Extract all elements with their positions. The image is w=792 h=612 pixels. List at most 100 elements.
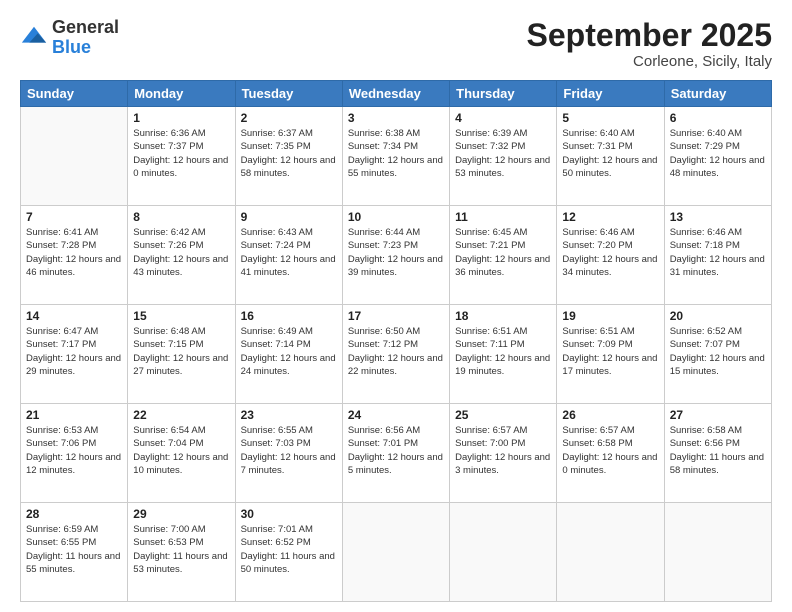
calendar-week-row: 7Sunrise: 6:41 AMSunset: 7:28 PMDaylight… [21, 206, 772, 305]
sunset-text: Sunset: 6:52 PM [241, 536, 337, 549]
sunrise-text: Sunrise: 6:56 AM [348, 424, 444, 437]
header-thursday: Thursday [450, 81, 557, 107]
sunset-text: Sunset: 6:58 PM [562, 437, 658, 450]
sunrise-text: Sunrise: 6:41 AM [26, 226, 122, 239]
table-row: 15Sunrise: 6:48 AMSunset: 7:15 PMDayligh… [128, 305, 235, 404]
day-number: 10 [348, 210, 444, 224]
sunset-text: Sunset: 7:14 PM [241, 338, 337, 351]
sunset-text: Sunset: 7:23 PM [348, 239, 444, 252]
table-row [557, 503, 664, 602]
daylight-text: Daylight: 12 hours and 41 minutes. [241, 253, 337, 280]
table-row: 21Sunrise: 6:53 AMSunset: 7:06 PMDayligh… [21, 404, 128, 503]
sunset-text: Sunset: 6:53 PM [133, 536, 229, 549]
day-number: 24 [348, 408, 444, 422]
daylight-text: Daylight: 11 hours and 58 minutes. [670, 451, 766, 478]
logo-icon [20, 24, 48, 52]
sunrise-text: Sunrise: 6:40 AM [670, 127, 766, 140]
page: General Blue September 2025 Corleone, Si… [0, 0, 792, 612]
sunrise-text: Sunrise: 6:54 AM [133, 424, 229, 437]
table-row: 14Sunrise: 6:47 AMSunset: 7:17 PMDayligh… [21, 305, 128, 404]
sunrise-text: Sunrise: 6:39 AM [455, 127, 551, 140]
sunset-text: Sunset: 7:34 PM [348, 140, 444, 153]
sunrise-text: Sunrise: 6:47 AM [26, 325, 122, 338]
sunrise-text: Sunrise: 7:00 AM [133, 523, 229, 536]
daylight-text: Daylight: 12 hours and 5 minutes. [348, 451, 444, 478]
sunrise-text: Sunrise: 6:40 AM [562, 127, 658, 140]
day-number: 23 [241, 408, 337, 422]
day-number: 7 [26, 210, 122, 224]
table-row: 13Sunrise: 6:46 AMSunset: 7:18 PMDayligh… [664, 206, 771, 305]
daylight-text: Daylight: 12 hours and 48 minutes. [670, 154, 766, 181]
daylight-text: Daylight: 12 hours and 19 minutes. [455, 352, 551, 379]
sunrise-text: Sunrise: 6:36 AM [133, 127, 229, 140]
sunset-text: Sunset: 7:04 PM [133, 437, 229, 450]
day-number: 8 [133, 210, 229, 224]
sunset-text: Sunset: 7:00 PM [455, 437, 551, 450]
table-row: 25Sunrise: 6:57 AMSunset: 7:00 PMDayligh… [450, 404, 557, 503]
sunrise-text: Sunrise: 6:55 AM [241, 424, 337, 437]
daylight-text: Daylight: 12 hours and 10 minutes. [133, 451, 229, 478]
daylight-text: Daylight: 12 hours and 34 minutes. [562, 253, 658, 280]
table-row: 7Sunrise: 6:41 AMSunset: 7:28 PMDaylight… [21, 206, 128, 305]
sunrise-text: Sunrise: 6:38 AM [348, 127, 444, 140]
day-number: 15 [133, 309, 229, 323]
sunset-text: Sunset: 7:31 PM [562, 140, 658, 153]
sunset-text: Sunset: 7:12 PM [348, 338, 444, 351]
daylight-text: Daylight: 12 hours and 43 minutes. [133, 253, 229, 280]
daylight-text: Daylight: 12 hours and 27 minutes. [133, 352, 229, 379]
daylight-text: Daylight: 12 hours and 7 minutes. [241, 451, 337, 478]
sunrise-text: Sunrise: 6:48 AM [133, 325, 229, 338]
sunset-text: Sunset: 7:18 PM [670, 239, 766, 252]
day-number: 4 [455, 111, 551, 125]
daylight-text: Daylight: 11 hours and 55 minutes. [26, 550, 122, 577]
sunset-text: Sunset: 7:06 PM [26, 437, 122, 450]
table-row: 29 Sunrise: 7:00 AMSunset: 6:53 PMDayligh… [128, 503, 235, 602]
table-row [21, 107, 128, 206]
day-number: 3 [348, 111, 444, 125]
day-number: 5 [562, 111, 658, 125]
day-number: 1 [133, 111, 229, 125]
daylight-text: Daylight: 12 hours and 31 minutes. [670, 253, 766, 280]
day-number: 29 [133, 507, 229, 521]
daylight-text: Daylight: 12 hours and 17 minutes. [562, 352, 658, 379]
daylight-text: Daylight: 12 hours and 53 minutes. [455, 154, 551, 181]
sunrise-text: Sunrise: 6:53 AM [26, 424, 122, 437]
logo-general: General [52, 17, 119, 37]
table-row [342, 503, 449, 602]
daylight-text: Daylight: 12 hours and 0 minutes. [562, 451, 658, 478]
header-sunday: Sunday [21, 81, 128, 107]
calendar-week-row: 14Sunrise: 6:47 AMSunset: 7:17 PMDayligh… [21, 305, 772, 404]
header-wednesday: Wednesday [342, 81, 449, 107]
table-row: 24Sunrise: 6:56 AMSunset: 7:01 PMDayligh… [342, 404, 449, 503]
table-row: 10Sunrise: 6:44 AMSunset: 7:23 PMDayligh… [342, 206, 449, 305]
header-monday: Monday [128, 81, 235, 107]
sunset-text: Sunset: 7:07 PM [670, 338, 766, 351]
logo-text: General Blue [52, 18, 119, 58]
table-row: 22Sunrise: 6:54 AMSunset: 7:04 PMDayligh… [128, 404, 235, 503]
daylight-text: Daylight: 11 hours and 50 minutes. [241, 550, 337, 577]
month-title: September 2025 [527, 18, 772, 53]
table-row: 28Sunrise: 6:59 AMSunset: 6:55 PMDayligh… [21, 503, 128, 602]
sunrise-text: Sunrise: 6:52 AM [670, 325, 766, 338]
sunset-text: Sunset: 7:20 PM [562, 239, 658, 252]
calendar-table: Sunday Monday Tuesday Wednesday Thursday… [20, 80, 772, 602]
daylight-text: Daylight: 12 hours and 55 minutes. [348, 154, 444, 181]
table-row: 5Sunrise: 6:40 AMSunset: 7:31 PMDaylight… [557, 107, 664, 206]
sunset-text: Sunset: 7:37 PM [133, 140, 229, 153]
day-number: 25 [455, 408, 551, 422]
table-row: 11Sunrise: 6:45 AMSunset: 7:21 PMDayligh… [450, 206, 557, 305]
day-number: 13 [670, 210, 766, 224]
day-number: 9 [241, 210, 337, 224]
header-saturday: Saturday [664, 81, 771, 107]
sunset-text: Sunset: 6:55 PM [26, 536, 122, 549]
sunrise-text: Sunrise: 6:44 AM [348, 226, 444, 239]
daylight-text: Daylight: 11 hours and 53 minutes. [133, 550, 229, 577]
sunrise-text: Sunrise: 6:51 AM [455, 325, 551, 338]
sunrise-text: Sunrise: 6:57 AM [455, 424, 551, 437]
table-row: 18Sunrise: 6:51 AMSunset: 7:11 PMDayligh… [450, 305, 557, 404]
calendar-week-row: 28Sunrise: 6:59 AMSunset: 6:55 PMDayligh… [21, 503, 772, 602]
day-number: 20 [670, 309, 766, 323]
daylight-text: Daylight: 12 hours and 29 minutes. [26, 352, 122, 379]
sunset-text: Sunset: 7:17 PM [26, 338, 122, 351]
sunset-text: Sunset: 7:03 PM [241, 437, 337, 450]
